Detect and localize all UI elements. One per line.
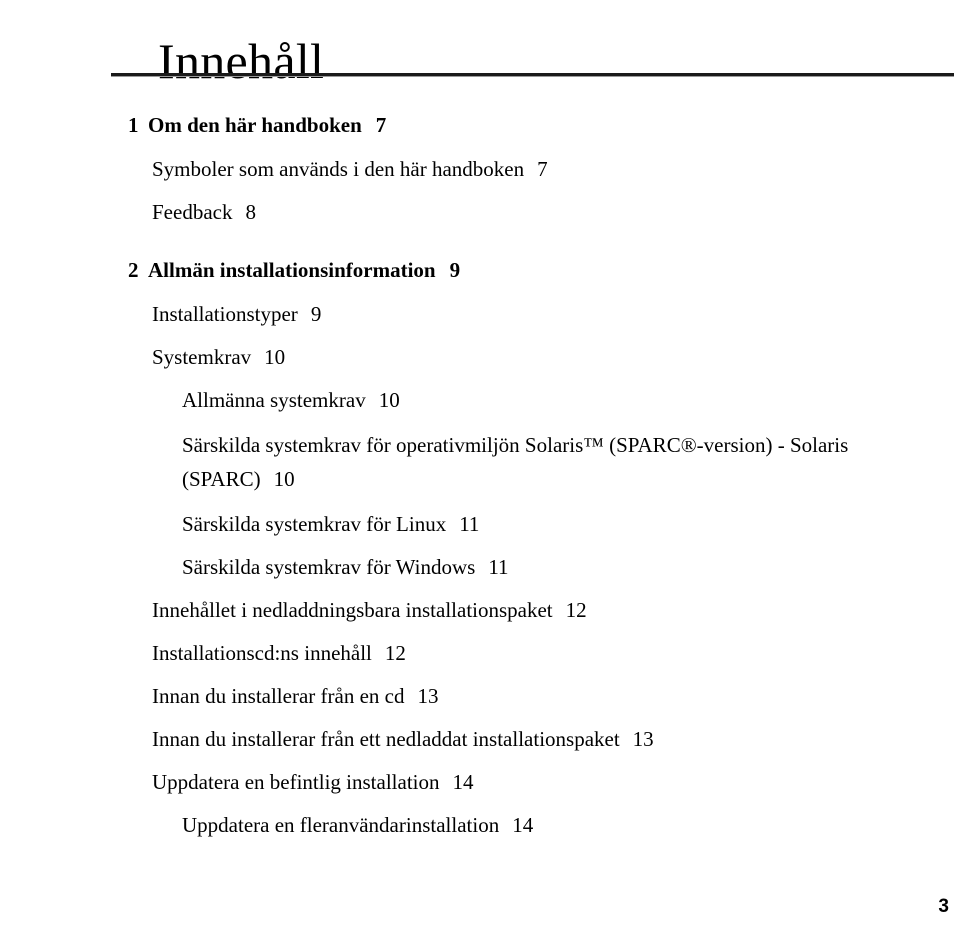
table-of-contents: 1 Om den här handboken 7 Symboler som använ… [0, 110, 960, 853]
page-title: Innehåll [158, 32, 325, 89]
toc-entry[interactable]: Installationstyper 9 [0, 299, 960, 329]
toc-entry-page-number: 9 [449, 258, 461, 282]
toc-entry-title: Symboler som används i den här handboken [152, 157, 525, 181]
toc-entry-title: Allmän installationsinformation [148, 258, 436, 282]
toc-entry-page-number: 10 [264, 345, 286, 369]
toc-entry-title: Särskilda systemkrav för Windows [182, 555, 476, 579]
toc-entry[interactable]: Särskilda systemkrav för operativmiljön … [0, 428, 960, 496]
toc-entry-title: Installationscd:ns innehåll [152, 641, 372, 665]
title-divider [111, 73, 954, 77]
toc-entry[interactable]: 2 Allmän installationsinformation 9 [0, 255, 960, 285]
toc-entry-page-number: 8 [245, 200, 256, 224]
toc-entry-page-number: 11 [459, 512, 480, 536]
footer-page-number: 3 [938, 896, 949, 917]
toc-entry[interactable]: Innehållet i nedladdningsbara installati… [0, 595, 960, 625]
toc-entry[interactable]: Allmänna systemkrav 10 [0, 385, 960, 415]
toc-entry-page-number: 14 [512, 813, 534, 837]
toc-entry-page-number: 10 [378, 388, 400, 412]
toc-entry[interactable]: Innan du installerar från en cd 13 [0, 681, 960, 711]
toc-entry-title: Särskilda systemkrav för Linux [182, 512, 447, 536]
toc-entry-page-number: 11 [488, 555, 509, 579]
toc-entry-title: Uppdatera en befintlig installation [152, 770, 440, 794]
toc-entry-page-number: 14 [452, 770, 474, 794]
toc-entry-page-number: 12 [384, 641, 406, 665]
toc-entry-page-number: 7 [537, 157, 548, 181]
toc-entry-title: Systemkrav [152, 345, 252, 369]
toc-entry-title: Installationstyper [152, 302, 298, 326]
toc-entry[interactable]: Systemkrav 10 [0, 342, 960, 372]
toc-entry[interactable]: Särskilda systemkrav för Windows 11 [0, 552, 960, 582]
toc-entry-title: Allmänna systemkrav [182, 388, 366, 412]
toc-entry-number: 1 [128, 113, 139, 137]
toc-entry[interactable]: Uppdatera en befintlig installation 14 [0, 767, 960, 797]
toc-entry-page-number: 13 [632, 727, 654, 751]
toc-entry-title: Innehållet i nedladdningsbara installati… [152, 598, 553, 622]
toc-entry-page-number: 10 [273, 467, 295, 491]
toc-entry[interactable]: Särskilda systemkrav för Linux 11 [0, 509, 960, 539]
toc-entry-page-number: 9 [310, 302, 322, 326]
document-page: Innehåll 1 Om den här handboken 7 Symboler … [0, 0, 960, 939]
toc-entry[interactable]: Installationscd:ns innehåll 12 [0, 638, 960, 668]
toc-entry-title: Uppdatera en fleranvändarinstallation [182, 813, 500, 837]
toc-entry[interactable]: Symboler som används i den här handboken… [0, 154, 960, 184]
toc-entry-title: Om den här handboken [148, 113, 362, 137]
toc-entry-page-number: 13 [417, 684, 439, 708]
toc-entry[interactable]: 1 Om den här handboken 7 [0, 110, 960, 140]
toc-entry-title: Innan du installerar från ett nedladdat … [152, 727, 620, 751]
toc-entry-title: Innan du installerar från en cd [152, 684, 405, 708]
toc-entry-number: 2 [128, 258, 139, 282]
toc-entry-title: Feedback [152, 200, 233, 224]
toc-entry-page-number: 12 [565, 598, 587, 622]
toc-entry[interactable]: Feedback 8 [0, 197, 960, 227]
toc-entry[interactable]: Uppdatera en fleranvändarinstallation 14 [0, 810, 960, 840]
toc-entry[interactable]: Innan du installerar från ett nedladdat … [0, 724, 960, 754]
toc-entry-page-number: 7 [375, 113, 387, 137]
